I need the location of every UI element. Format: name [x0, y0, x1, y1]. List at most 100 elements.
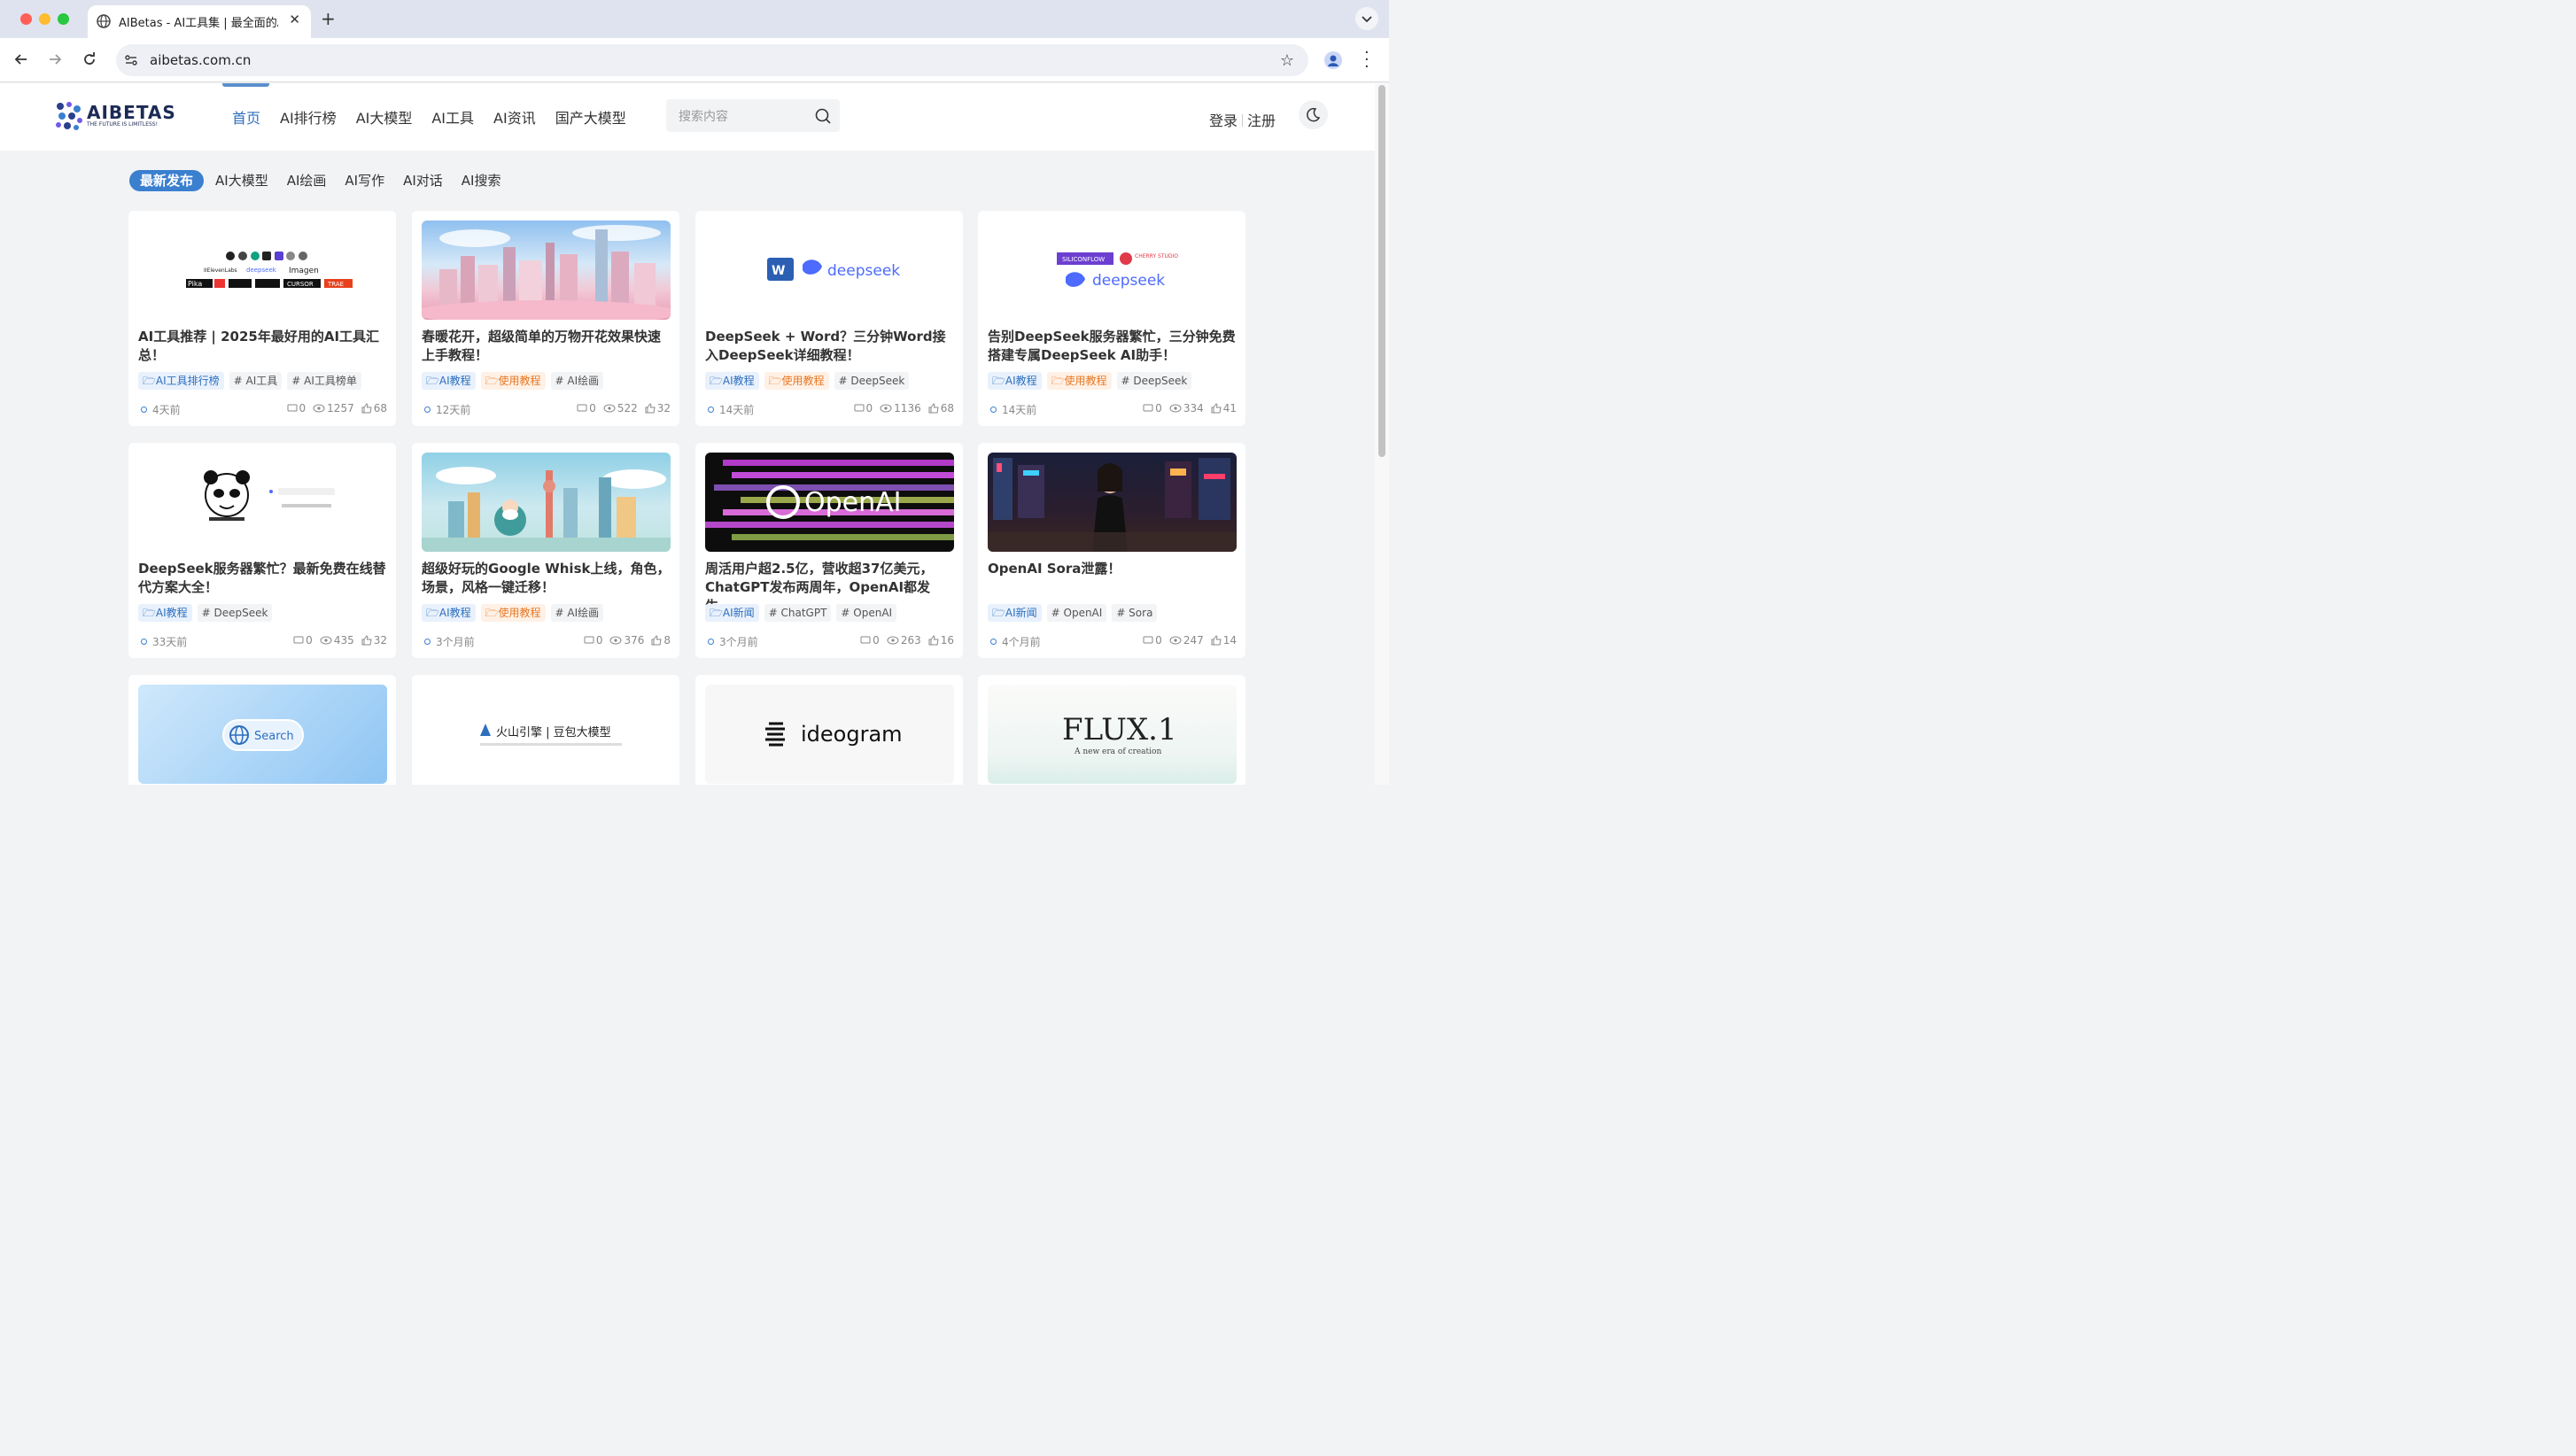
article-card[interactable]: W deepseek DeepSeek + Word？三分钟Word接入Deep… — [695, 211, 963, 426]
tag[interactable]: # DeepSeek — [834, 372, 910, 390]
like-count[interactable]: 16 — [928, 634, 954, 647]
card-thumbnail[interactable]: OpenAI — [705, 453, 954, 552]
minimize-window-button[interactable] — [39, 13, 50, 25]
dark-mode-toggle[interactable] — [1299, 100, 1328, 129]
card-title[interactable]: DeepSeek服务器繁忙？最新免费在线替代方案大全！ — [138, 560, 387, 597]
tag-category[interactable]: 🗁AI工具排行榜 — [138, 372, 224, 390]
article-card[interactable]: Search — [128, 675, 396, 785]
card-thumbnail[interactable]: SILICONFLOW CHERRY STUDIO deepseek — [988, 221, 1237, 320]
browser-menu-icon[interactable]: · · · — [1364, 45, 1369, 75]
tab-painting[interactable]: AI绘画 — [280, 170, 334, 191]
card-title[interactable]: 告别DeepSeek服务器繁忙，三分钟免费搭建专属DeepSeek AI助手！ — [988, 328, 1237, 365]
forward-arrow-icon[interactable] — [46, 50, 64, 68]
view-count: 435 — [320, 634, 354, 647]
profile-avatar-icon[interactable] — [1324, 51, 1342, 69]
tab-search-button[interactable] — [1355, 7, 1378, 30]
tag[interactable]: # DeepSeek — [197, 604, 273, 622]
like-count[interactable]: 41 — [1211, 402, 1237, 414]
article-card[interactable]: 火山引擎 | 豆包大模型 — [412, 675, 679, 785]
like-count[interactable]: 8 — [651, 634, 671, 647]
card-thumbnail[interactable]: ideogram — [705, 685, 954, 784]
tag[interactable]: # AI工具榜单 — [287, 372, 361, 390]
login-link[interactable]: 登录 — [1209, 112, 1238, 129]
article-card[interactable]: 超级好玩的Google Whisk上线，角色，场景，风格一键迁移！ 🗁AI教程 … — [412, 443, 679, 658]
like-count[interactable]: 32 — [361, 634, 387, 647]
site-logo[interactable]: AIBETAS THE FUTURE IS LIMITLESS! — [53, 99, 175, 131]
card-thumbnail[interactable] — [138, 453, 387, 552]
nav-item-ranking[interactable]: AI排行榜 — [280, 106, 337, 128]
article-card[interactable]: ideogram — [695, 675, 963, 785]
like-count[interactable]: 32 — [645, 402, 671, 414]
tag[interactable]: # AI绘画 — [550, 372, 604, 390]
article-card[interactable]: DeepSeek服务器繁忙？最新免费在线替代方案大全！ 🗁AI教程 # Deep… — [128, 443, 396, 658]
address-bar[interactable]: aibetas.com.cn ☆ — [116, 44, 1308, 76]
tag[interactable]: # AI绘画 — [550, 604, 604, 622]
card-title[interactable]: OpenAI Sora泄露！ — [988, 560, 1237, 578]
tab-search[interactable]: AI搜索 — [454, 170, 508, 191]
card-thumbnail[interactable]: Search — [138, 685, 387, 784]
card-title[interactable]: DeepSeek + Word？三分钟Word接入DeepSeek详细教程！ — [705, 328, 954, 365]
nav-item-models[interactable]: AI大模型 — [356, 106, 413, 128]
page-scrollbar[interactable] — [1375, 83, 1389, 785]
card-title[interactable]: AI工具推荐 | 2025年最好用的AI工具汇总！ — [138, 328, 387, 365]
search-icon[interactable] — [814, 107, 832, 125]
site-info-icon[interactable] — [124, 53, 138, 67]
bookmark-star-icon[interactable]: ☆ — [1280, 51, 1294, 70]
tag[interactable]: # ChatGPT — [764, 604, 832, 622]
browser-tab[interactable]: AIBetas - AI工具集 | 最全面的A ✕ — [88, 5, 311, 38]
nav-active-indicator — [222, 83, 269, 87]
tag[interactable]: # DeepSeek — [1116, 372, 1192, 390]
nav-item-domestic-models[interactable]: 国产大模型 — [555, 106, 626, 128]
nav-item-tools[interactable]: AI工具 — [431, 106, 474, 128]
nav-item-news[interactable]: AI资讯 — [493, 106, 536, 128]
card-thumbnail[interactable] — [422, 221, 671, 320]
article-card[interactable]: OpenAI Sora泄露！ 🗁AI新闻 # OpenAI # Sora 4个月… — [978, 443, 1245, 658]
tag-category[interactable]: 🗁AI教程 — [705, 372, 759, 390]
new-tab-icon[interactable]: + — [321, 8, 336, 29]
tag-tutorial[interactable]: 🗁使用教程 — [480, 604, 546, 622]
card-thumbnail[interactable]: W deepseek — [705, 221, 954, 320]
tag-category[interactable]: 🗁AI教程 — [422, 604, 476, 622]
like-count[interactable]: 68 — [361, 402, 387, 414]
card-thumbnail[interactable] — [422, 453, 671, 552]
search-input[interactable]: 搜索内容 — [666, 99, 840, 132]
tag-category[interactable]: 🗁AI新闻 — [988, 604, 1042, 622]
tag-category[interactable]: 🗁AI教程 — [988, 372, 1042, 390]
card-title[interactable]: 超级好玩的Google Whisk上线，角色，场景，风格一键迁移！ — [422, 560, 671, 597]
like-count[interactable]: 68 — [928, 402, 954, 414]
tag-tutorial[interactable]: 🗁使用教程 — [1046, 372, 1112, 390]
tag-tutorial[interactable]: 🗁使用教程 — [480, 372, 546, 390]
back-arrow-icon[interactable] — [12, 50, 30, 68]
card-thumbnail[interactable] — [988, 453, 1237, 552]
close-window-button[interactable] — [20, 13, 32, 25]
tag[interactable]: # AI工具 — [229, 372, 283, 390]
tag[interactable]: # OpenAI — [836, 604, 897, 622]
nav-item-home[interactable]: 首页 — [232, 106, 260, 128]
tag-category[interactable]: 🗁AI教程 — [422, 372, 476, 390]
like-count[interactable]: 14 — [1211, 634, 1237, 647]
card-thumbnail[interactable]: FLUX.1 A new era of creation — [988, 685, 1237, 784]
tag[interactable]: # Sora — [1112, 604, 1158, 622]
card-tags: 🗁AI教程 🗁使用教程 # DeepSeek — [988, 372, 1192, 390]
tab-large-models[interactable]: AI大模型 — [208, 170, 275, 191]
tag-category[interactable]: 🗁AI教程 — [138, 604, 192, 622]
card-thumbnail[interactable]: 火山引擎 | 豆包大模型 — [422, 685, 671, 784]
maximize-window-button[interactable] — [58, 13, 69, 25]
article-card[interactable]: OpenAI 周活用户超2.5亿，营收超37亿美元，ChatGPT发布两周年，O… — [695, 443, 963, 658]
tag[interactable]: # OpenAI — [1046, 604, 1107, 622]
close-tab-icon[interactable]: ✕ — [289, 12, 300, 27]
tag-category[interactable]: 🗁AI新闻 — [705, 604, 759, 622]
reload-icon[interactable] — [81, 50, 98, 68]
article-card[interactable]: FLUX.1 A new era of creation — [978, 675, 1245, 785]
card-thumbnail[interactable]: IIElevenLabs deepseek Imagen Pika CURSOR… — [138, 221, 387, 320]
tag-tutorial[interactable]: 🗁使用教程 — [764, 372, 829, 390]
card-title[interactable]: 春暖花开，超级简单的万物开花效果快速上手教程！ — [422, 328, 671, 365]
article-card[interactable]: 春暖花开，超级简单的万物开花效果快速上手教程！ 🗁AI教程 🗁使用教程 # AI… — [412, 211, 679, 426]
scrollbar-thumb[interactable] — [1378, 85, 1385, 457]
tab-latest[interactable]: 最新发布 — [129, 170, 205, 191]
article-card[interactable]: SILICONFLOW CHERRY STUDIO deepseek 告别Dee… — [978, 211, 1245, 426]
article-card[interactable]: IIElevenLabs deepseek Imagen Pika CURSOR… — [128, 211, 396, 426]
tab-chat[interactable]: AI对话 — [396, 170, 450, 191]
register-link[interactable]: 注册 — [1247, 112, 1276, 129]
tab-writing[interactable]: AI写作 — [338, 170, 392, 191]
